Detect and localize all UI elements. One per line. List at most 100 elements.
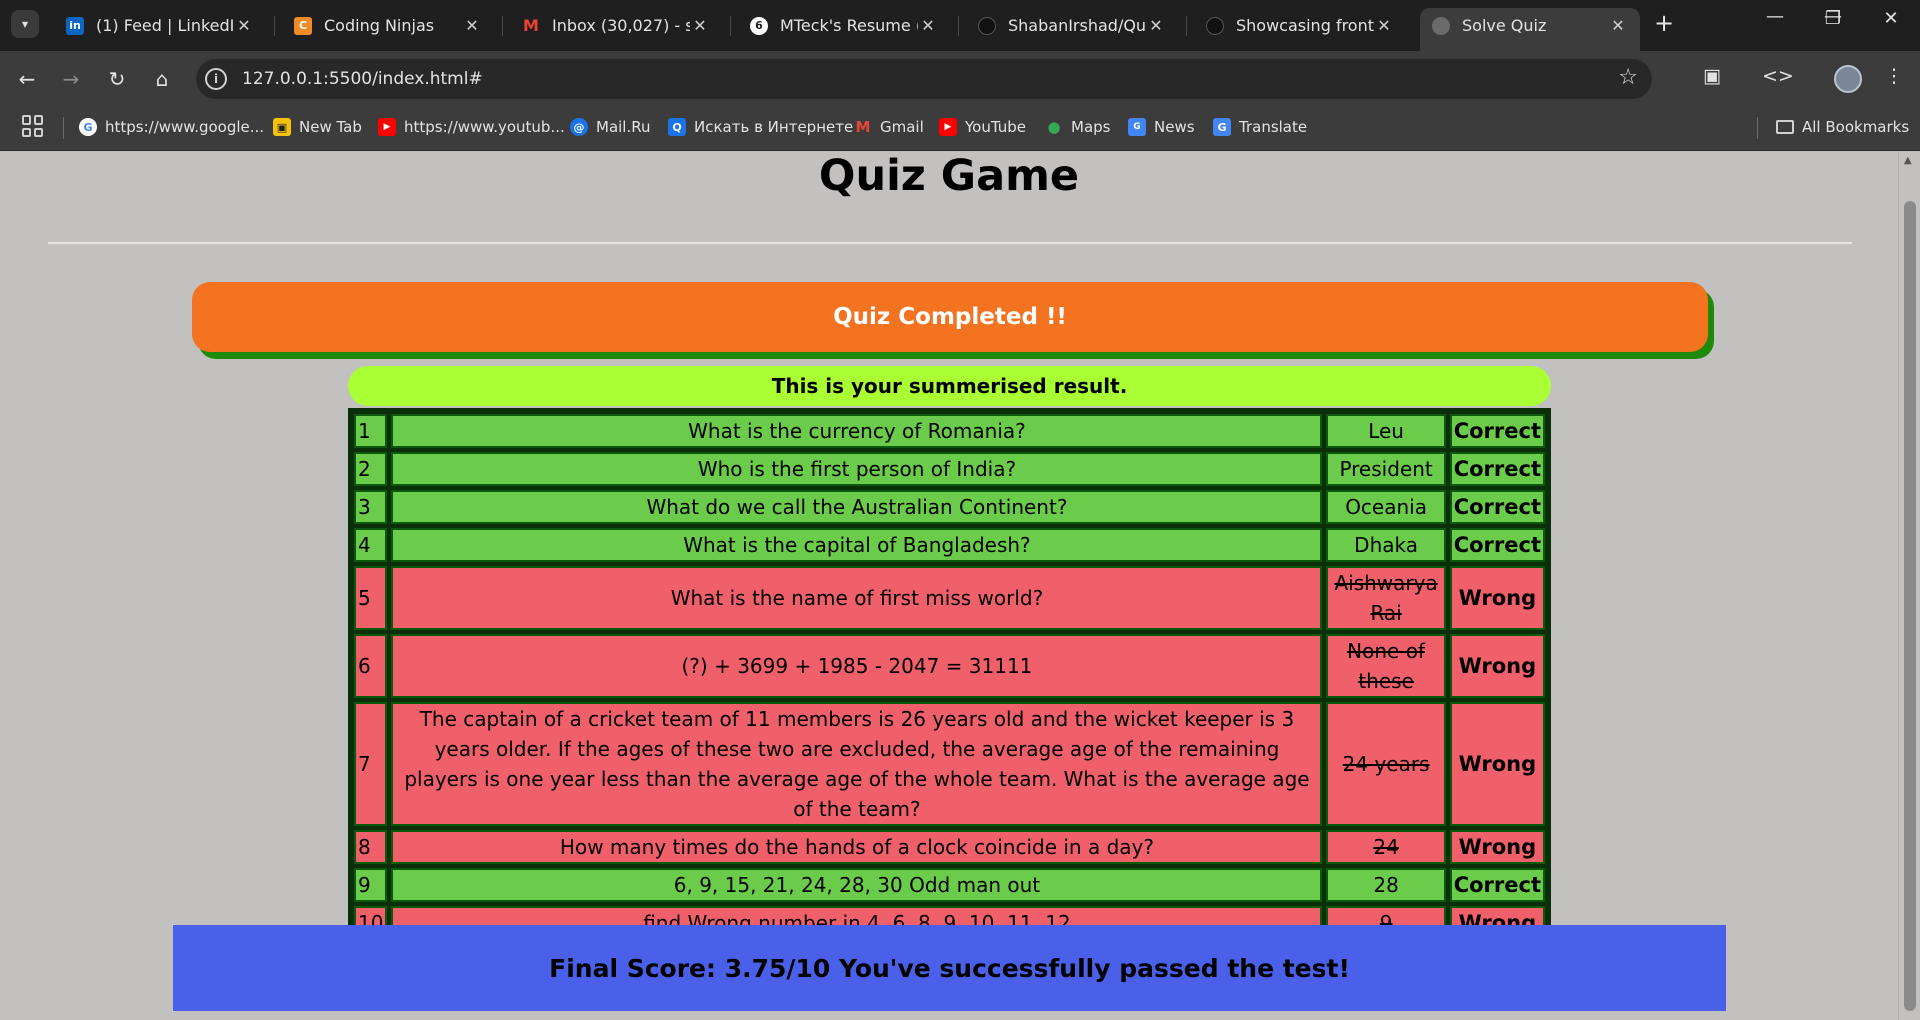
newtab-icon: ▣ <box>273 118 291 136</box>
tab-title: Inbox (30,027) - shab <box>552 16 690 35</box>
question-number: 8 <box>354 830 388 864</box>
reload-icon[interactable]: ↻ <box>103 65 131 93</box>
question-text: The captain of a cricket team of 11 memb… <box>391 702 1323 826</box>
page-viewport: Quiz Game Quiz Completed !! This is your… <box>0 151 1898 1020</box>
result-row-2: 2 Who is the first person of India? Presid… <box>354 452 1545 486</box>
browser-toolbar: ← → ↻ ⌂ i 127.0.0.1:5500/index.html# ☆ ▣… <box>0 51 1920 107</box>
tab-title: ShabanIrshad/QuizG <box>1008 16 1146 35</box>
tab-title: Solve Quiz <box>1462 16 1547 35</box>
close-icon[interactable]: ✕ <box>690 16 710 35</box>
all-bookmarks[interactable]: All Bookmarks <box>1776 118 1909 136</box>
close-icon[interactable]: ✕ <box>462 16 482 35</box>
tab-title: MTeck's Resume (1) - <box>780 16 918 35</box>
home-icon[interactable]: ⌂ <box>148 65 176 93</box>
result-row-8: 8 How many times do the hands of a clock … <box>354 830 1545 864</box>
apps-grid-icon[interactable] <box>22 115 44 137</box>
news-icon: G <box>1128 118 1146 136</box>
question-number: 6 <box>354 634 388 698</box>
bookmark-youtube-url[interactable]: ▶ https://www.youtub... <box>378 118 565 136</box>
question-text: Who is the first person of India? <box>391 452 1323 486</box>
tab-resume[interactable]: 6 MTeck's Resume (1) - ✕ <box>738 8 950 43</box>
github-icon <box>1206 16 1224 35</box>
bookmark-star-icon[interactable]: ☆ <box>1618 65 1638 90</box>
page-scrollbar[interactable]: ▲ <box>1898 151 1920 1020</box>
google-icon: G <box>79 118 97 136</box>
extensions-icon[interactable]: ▣ <box>1697 65 1727 87</box>
close-icon[interactable]: ✕ <box>918 16 938 35</box>
bookmark-google[interactable]: G https://www.google... <box>79 118 264 136</box>
tab-search-icon[interactable]: ▾ <box>11 10 39 38</box>
close-icon[interactable]: ✕ <box>1146 16 1166 35</box>
results-table: 1 What is the currency of Romania? Leu Corr… <box>348 408 1551 946</box>
devtools-code-icon[interactable]: <> <box>1762 65 1794 87</box>
bookmark-gmail[interactable]: M Gmail <box>854 118 924 136</box>
question-number: 1 <box>354 414 388 448</box>
forward-icon[interactable]: → <box>57 65 85 93</box>
bookmark-youtube[interactable]: ▶ YouTube <box>939 118 1026 136</box>
question-number: 9 <box>354 868 388 902</box>
gmail-icon: M <box>523 16 539 35</box>
site-info-icon[interactable]: i <box>205 68 227 90</box>
tab-linkedin[interactable]: in (1) Feed | LinkedIn ✕ <box>54 8 266 43</box>
bookmark-maps[interactable]: ● Maps <box>1045 118 1110 136</box>
restore-icon[interactable]: ❐ <box>1813 8 1853 29</box>
bookmark-label: News <box>1154 118 1195 136</box>
back-icon[interactable]: ← <box>13 65 41 93</box>
bookmark-mailru[interactable]: @ Mail.Ru <box>570 118 651 136</box>
bookmark-news[interactable]: G News <box>1128 118 1195 136</box>
translate-icon: G <box>1213 118 1231 136</box>
browser-tab-bar: ▾ in (1) Feed | LinkedIn ✕ C Coding Ninj… <box>0 0 1920 51</box>
tab-github-quiz[interactable]: ShabanIrshad/QuizG ✕ <box>966 8 1178 43</box>
question-number: 3 <box>354 490 388 524</box>
tab-gmail-inbox[interactable]: M Inbox (30,027) - shab ✕ <box>510 8 722 43</box>
close-icon[interactable]: ✕ <box>1374 16 1394 35</box>
tab-coding-ninjas[interactable]: C Coding Ninjas ✕ <box>282 8 494 43</box>
minimize-button[interactable]: — <box>1755 6 1795 27</box>
summary-heading: This is your summerised result. <box>348 366 1551 406</box>
new-tab-button[interactable]: + <box>1651 10 1677 36</box>
url-text[interactable]: 127.0.0.1:5500/index.html# <box>242 69 483 89</box>
mailru-icon: @ <box>570 118 588 136</box>
bookmark-label: Gmail <box>880 118 924 136</box>
bookmark-search-web[interactable]: Q Искать в Интернете <box>668 118 853 136</box>
bookmark-translate[interactable]: G Translate <box>1213 118 1307 136</box>
result-verdict: Wrong <box>1449 634 1545 698</box>
result-row-4: 4 What is the capital of Bangladesh? Dhaka… <box>354 528 1545 562</box>
window-close-icon[interactable]: ✕ <box>1871 8 1911 29</box>
menu-kebab-icon[interactable]: ⋮ <box>1879 65 1909 87</box>
result-verdict: Correct <box>1449 490 1545 524</box>
result-verdict: Correct <box>1449 528 1545 562</box>
question-text: What is the name of first miss world? <box>391 566 1323 630</box>
selected-answer: None of these <box>1326 634 1446 698</box>
bookmark-label: https://www.google... <box>105 118 265 136</box>
globe-icon <box>1432 16 1450 35</box>
tab-showcasing[interactable]: Showcasing front-en ✕ <box>1194 8 1406 43</box>
result-verdict: Correct <box>1449 414 1545 448</box>
resume-icon: 6 <box>750 16 768 35</box>
bookmark-new-tab[interactable]: ▣ New Tab <box>273 118 362 136</box>
close-icon[interactable]: ✕ <box>234 16 254 35</box>
bookmark-label: YouTube <box>965 118 1026 136</box>
folder-icon <box>1776 120 1794 134</box>
selected-answer: President <box>1326 452 1446 486</box>
scroll-up-icon[interactable]: ▲ <box>1904 155 1912 166</box>
close-icon[interactable]: ✕ <box>1608 16 1628 35</box>
coding-ninjas-icon: C <box>294 16 312 35</box>
all-bookmarks-label: All Bookmarks <box>1802 118 1910 136</box>
question-text: (?) + 3699 + 1985 - 2047 = 31111 <box>391 634 1323 698</box>
question-text: How many times do the hands of a clock c… <box>391 830 1323 864</box>
bookmark-label: New Tab <box>299 118 362 136</box>
selected-answer: Oceania <box>1326 490 1446 524</box>
result-row-5: 5 What is the name of first miss world? Ai… <box>354 566 1545 630</box>
scrollbar-thumb[interactable] <box>1904 201 1916 1011</box>
tab-title: (1) Feed | LinkedIn <box>96 16 234 35</box>
selected-answer: Dhaka <box>1326 528 1446 562</box>
address-bar[interactable]: i 127.0.0.1:5500/index.html# ☆ <box>196 59 1652 99</box>
tab-solve-quiz[interactable]: Solve Quiz ✕ <box>1420 8 1640 51</box>
tab-title: Showcasing front-en <box>1236 16 1374 35</box>
result-verdict: Correct <box>1449 452 1545 486</box>
selected-answer: 24 years <box>1326 702 1446 826</box>
selected-answer: 24 <box>1326 830 1446 864</box>
profile-avatar[interactable] <box>1834 65 1862 93</box>
result-verdict: Wrong <box>1449 566 1545 630</box>
